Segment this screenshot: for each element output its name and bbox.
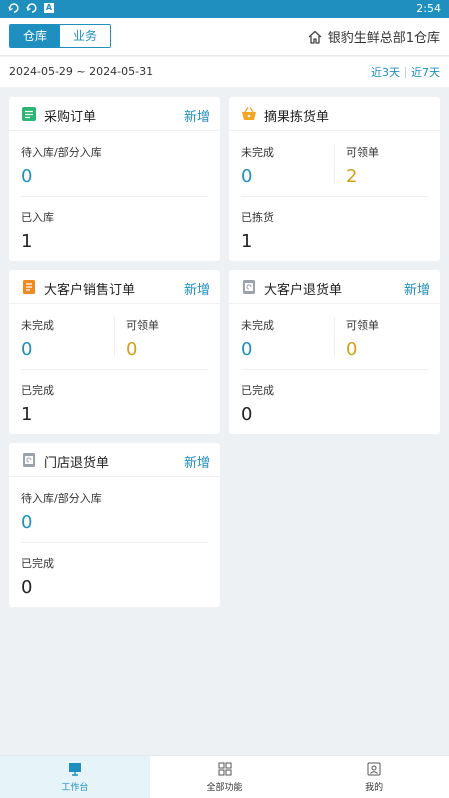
divider [334,144,335,184]
divider [241,196,428,197]
stat-value: 0 [241,404,253,425]
tab-label: 工作台 [61,783,89,793]
tab-warehouse[interactable]: 仓库 [10,25,60,47]
bulk-return-card[interactable]: 大客户退货单 新增 未完成 0 可领单 0 已完成 0 [229,270,440,434]
card-header: 大客户销售订单 新增 [9,270,220,304]
stat-label: 可领单 [346,146,379,159]
stat-claimable[interactable]: 可领单 0 [126,317,159,360]
divider [334,317,335,357]
stat-completed[interactable]: 已完成 0 [241,382,274,425]
stat-value: 0 [126,339,138,360]
stat-value: 0 [241,339,253,360]
stat-label: 已入库 [21,211,54,224]
top-bar: 仓库 业务 银豹生鲜总部1仓库 [0,18,449,56]
stat-incomplete[interactable]: 未完成 0 [21,317,54,360]
divider [21,196,208,197]
add-store-return-button[interactable]: 新增 [184,452,210,471]
stat-value: 1 [21,231,33,252]
grid-icon [218,762,231,776]
stat-incomplete[interactable]: 未完成 0 [241,144,274,187]
date-bar: 2024-05-29 ~ 2024-05-31 近3天 近7天 [0,57,449,87]
tab-profile[interactable]: 我的 [299,756,449,798]
receipt-icon [23,280,35,294]
add-bulk-sales-order-button[interactable]: 新增 [184,279,210,298]
warehouse-name: 银豹生鲜总部1仓库 [327,31,440,46]
stat-claimable[interactable]: 可领单 2 [346,144,379,187]
return-doc-icon [243,280,255,294]
date-range[interactable]: 2024-05-29 ~ 2024-05-31 [9,65,153,78]
stat-label: 已完成 [21,384,54,397]
stat-value: 1 [21,404,33,425]
stat-label: 未完成 [241,146,274,159]
stat-picked[interactable]: 已拣货 1 [241,209,274,252]
stat-value: 0 [346,339,358,360]
home-icon [308,30,322,44]
tab-label: 我的 [365,783,384,793]
basket-icon [242,107,256,120]
stat-label: 待入库/部分入库 [21,146,102,159]
stat-pending[interactable]: 待入库/部分入库 0 [21,490,102,533]
return-doc-icon [23,453,35,467]
divider [241,369,428,370]
stat-value: 0 [241,166,253,187]
card-title: 大客户退货单 [264,283,343,298]
stat-label: 已完成 [21,557,54,570]
last-3-days-button[interactable]: 近3天 [371,64,400,80]
card-title: 大客户销售订单 [44,283,136,298]
stat-label: 可领单 [346,319,379,332]
store-return-card[interactable]: 门店退货单 新增 待入库/部分入库 0 已完成 0 [9,443,220,607]
picking-card[interactable]: 摘果拣货单 未完成 0 可领单 2 已拣货 1 [229,97,440,261]
stat-received[interactable]: 已入库 1 [21,209,54,252]
bottom-tab-bar: 工作台 全部功能 我的 [0,755,449,798]
stat-label: 待入库/部分入库 [21,492,102,505]
card-title: 门店退货单 [44,456,110,471]
stat-label: 已完成 [241,384,274,397]
profile-icon [367,762,381,776]
card-title: 摘果拣货单 [264,110,330,125]
stat-value: 0 [21,512,33,533]
rotate-icon [8,3,19,13]
stat-value: 2 [346,166,358,187]
stat-label: 未完成 [21,319,54,332]
tab-label: 全部功能 [206,783,243,793]
card-header: 采购订单 新增 [9,97,220,131]
card-header: 大客户退货单 新增 [229,270,440,304]
card-title: 采购订单 [44,110,97,125]
quick-range: 近3天 近7天 [371,64,440,80]
rotate-icon [26,3,37,13]
tab-workbench[interactable]: 工作台 [0,756,150,798]
segment-control: 仓库 业务 [9,24,111,48]
stat-value: 0 [21,577,33,598]
divider [21,369,208,370]
list-icon [22,107,36,121]
divider [21,542,208,543]
last-7-days-button[interactable]: 近7天 [411,64,440,80]
card-header: 摘果拣货单 [229,97,440,131]
stat-pending[interactable]: 待入库/部分入库 0 [21,144,102,187]
status-bar: A 2:54 [0,0,449,18]
divider [405,66,406,78]
stat-incomplete[interactable]: 未完成 0 [241,317,274,360]
clock: 2:54 [416,2,441,15]
purchase-order-card[interactable]: 采购订单 新增 待入库/部分入库 0 已入库 1 [9,97,220,261]
stat-label: 可领单 [126,319,159,332]
workbench-icon [68,763,81,776]
add-bulk-return-button[interactable]: 新增 [404,279,430,298]
divider [114,317,115,357]
stat-label: 未完成 [241,319,274,332]
a-icon: A [44,3,54,13]
stat-value: 0 [21,339,33,360]
stat-claimable[interactable]: 可领单 0 [346,317,379,360]
stat-value: 0 [21,166,33,187]
stat-completed[interactable]: 已完成 0 [21,555,54,598]
tab-business[interactable]: 业务 [60,25,110,47]
stat-completed[interactable]: 已完成 1 [21,382,54,425]
add-purchase-order-button[interactable]: 新增 [184,106,210,125]
stat-label: 已拣货 [241,211,274,224]
card-header: 门店退货单 新增 [9,443,220,477]
warehouse-selector[interactable]: 银豹生鲜总部1仓库 [307,27,440,46]
tab-all-functions[interactable]: 全部功能 [150,756,300,798]
bulk-sales-order-card[interactable]: 大客户销售订单 新增 未完成 0 可领单 0 已完成 1 [9,270,220,434]
stat-value: 1 [241,231,253,252]
